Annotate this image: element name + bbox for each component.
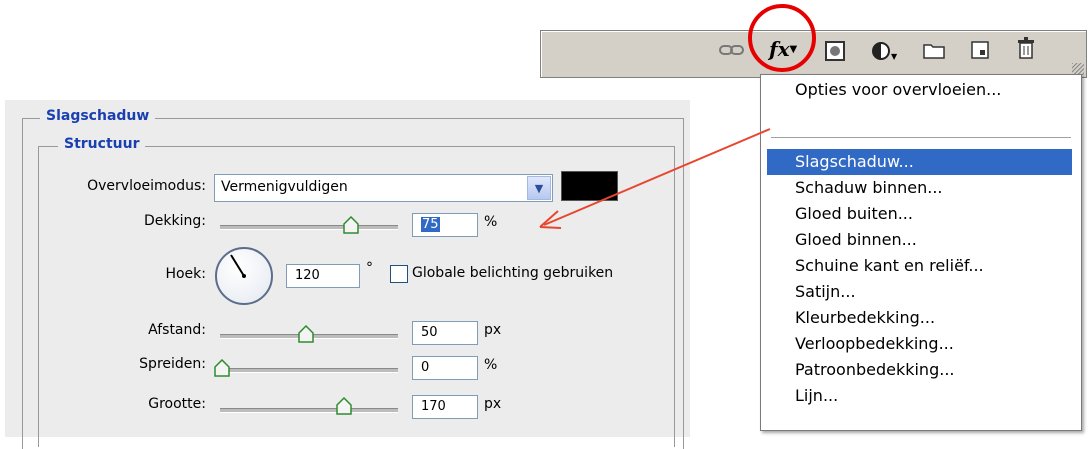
size-input[interactable]: 170 <box>412 395 478 419</box>
subsection-title: Structuur <box>58 136 146 152</box>
angle-label: Hoek: <box>165 266 206 282</box>
layer-style-menu: Opties voor overvloeien... Slagschaduw..… <box>760 74 1082 431</box>
distance-input[interactable]: 50 <box>412 321 478 345</box>
menu-item-outer-glow[interactable]: Gloed buiten... <box>767 201 1072 227</box>
spread-label: Spreiden: <box>139 356 206 372</box>
svg-text:▼: ▼ <box>891 52 898 61</box>
spread-slider-track[interactable] <box>220 368 398 373</box>
menu-item-color-overlay[interactable]: Kleurbedekking... <box>767 305 1072 331</box>
distance-label: Afstand: <box>148 322 206 338</box>
distance-unit: px <box>484 322 502 338</box>
menu-item-gradient-overlay[interactable]: Verloopbedekking... <box>767 331 1072 357</box>
opacity-unit: % <box>484 214 498 230</box>
menu-item-inner-glow[interactable]: Gloed binnen... <box>767 227 1072 253</box>
menu-item-bevel-emboss[interactable]: Schuine kant en reliëf... <box>767 253 1072 279</box>
spread-unit: % <box>484 357 498 373</box>
spread-input[interactable]: 0 <box>412 356 478 380</box>
angle-input[interactable]: 120 <box>286 264 360 288</box>
menu-separator <box>771 137 1071 138</box>
opacity-slider-track[interactable] <box>220 225 398 230</box>
global-light-label: Globale belichting gebruiken <box>412 265 614 281</box>
blend-mode-label: Overvloeimodus: <box>87 178 206 194</box>
menu-item-satin[interactable]: Satijn... <box>767 279 1072 305</box>
opacity-slider-thumb[interactable] <box>343 216 359 234</box>
section-title: Slagschaduw <box>40 108 156 124</box>
menu-item-drop-shadow[interactable]: Slagschaduw... <box>767 149 1072 175</box>
size-unit: px <box>484 396 502 412</box>
menu-item-inner-shadow[interactable]: Schaduw binnen... <box>767 175 1072 201</box>
opacity-value: 75 <box>421 217 440 232</box>
new-layer-icon[interactable] <box>971 41 989 59</box>
opacity-input[interactable]: 75 <box>412 213 478 237</box>
size-slider-track[interactable] <box>220 408 398 413</box>
blend-mode-value: Vermenigvuldigen <box>221 179 348 195</box>
angle-needle <box>230 254 246 278</box>
size-slider-thumb[interactable] <box>336 397 352 415</box>
link-icon[interactable] <box>719 41 745 59</box>
angle-dial[interactable] <box>215 247 273 305</box>
menu-item-pattern-overlay[interactable]: Patroonbedekking... <box>767 357 1072 383</box>
annotation-arrow <box>539 128 771 229</box>
menu-item-blending-options[interactable]: Opties voor overvloeien... <box>767 77 1072 103</box>
blend-mode-select[interactable]: Vermenigvuldigen ▼ <box>214 174 553 202</box>
menu-item-stroke[interactable]: Lijn... <box>767 383 1072 409</box>
mask-icon[interactable] <box>825 41 845 61</box>
spread-slider-thumb[interactable] <box>214 359 230 377</box>
size-label: Grootte: <box>148 396 206 412</box>
adjustment-layer-icon[interactable]: ▼ <box>871 41 899 61</box>
trash-icon[interactable] <box>1017 37 1035 59</box>
opacity-label: Dekking: <box>144 213 206 229</box>
folder-icon[interactable] <box>923 41 945 59</box>
global-light-checkbox[interactable] <box>390 265 408 283</box>
highlight-circle <box>748 4 816 72</box>
angle-unit: ° <box>366 260 373 276</box>
distance-slider-thumb[interactable] <box>298 325 314 343</box>
